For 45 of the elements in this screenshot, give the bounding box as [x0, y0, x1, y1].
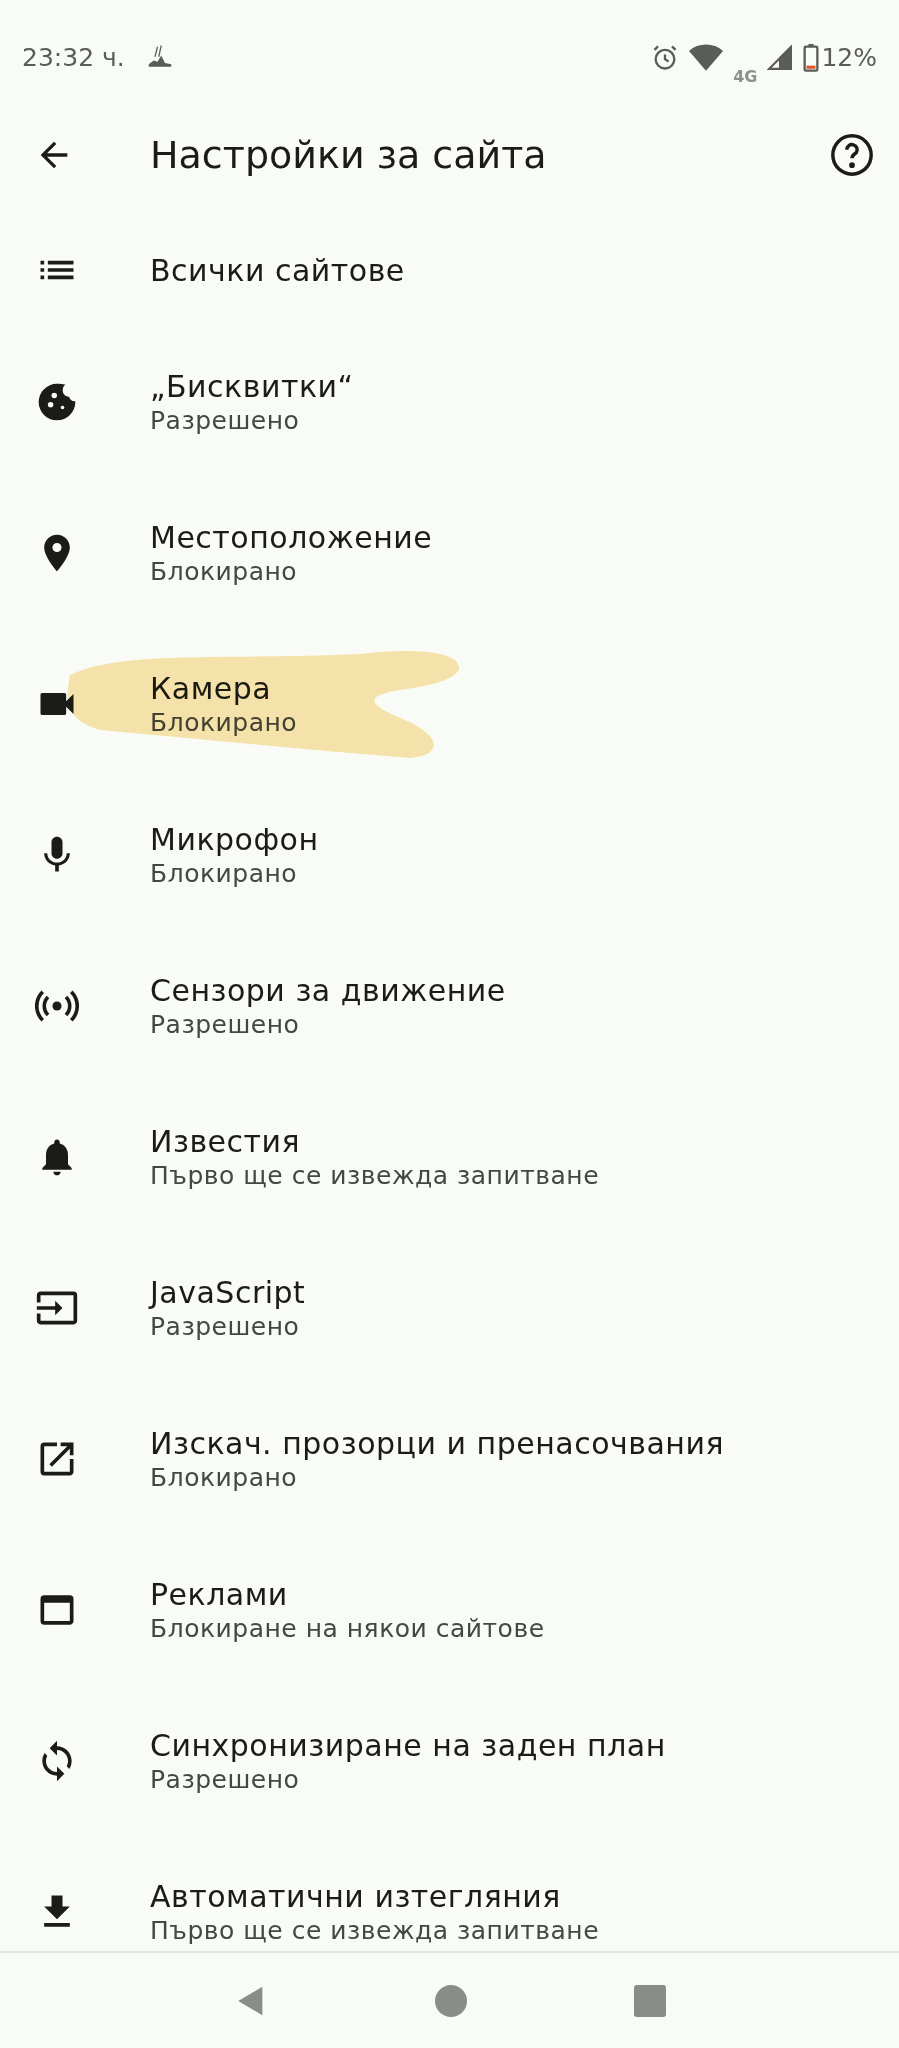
item-title: Синхронизиране на заден план	[150, 1727, 666, 1763]
settings-item[interactable]: Автоматични изтегляния Първо ще се извежда запитване	[0, 1836, 899, 1951]
network-type: 4G	[733, 67, 758, 86]
recents-icon[interactable]	[633, 1984, 666, 2017]
settings-item[interactable]: Реклами Блокиране на някои сайтове	[0, 1534, 899, 1685]
settings-item[interactable]: Синхронизиране на заден план Разрешено	[0, 1685, 899, 1836]
status-time: 23:32 ч.	[22, 43, 125, 72]
item-status: Разрешено	[150, 1764, 301, 1794]
item-title: Камера	[150, 670, 273, 706]
settings-item[interactable]: JavaScript Разрешено	[0, 1232, 899, 1383]
item-title: Микрофон	[150, 821, 319, 857]
settings-item[interactable]: Всички сайтове	[0, 214, 899, 326]
settings-item[interactable]: „Бисквитки“ Разрешено	[0, 326, 899, 477]
page-title: Настройки за сайта	[150, 133, 548, 177]
item-status: Блокирано	[150, 1462, 299, 1492]
battery-percent: 12%	[821, 43, 877, 72]
settings-item[interactable]: Микрофон Блокирано	[0, 779, 899, 930]
item-title: „Бисквитки“	[150, 368, 354, 404]
settings-item[interactable]: Местоположение Блокирано	[0, 477, 899, 628]
item-status: Разрешено	[150, 1311, 301, 1341]
item-title: Сензори за движение	[150, 972, 506, 1008]
item-status: Първо ще се извежда запитване	[150, 1915, 600, 1945]
wifi-icon	[689, 42, 724, 73]
item-status: Разрешено	[150, 1009, 301, 1039]
settings-item[interactable]: Изскач. прозорци и пренасочвания Блокирано	[0, 1383, 899, 1534]
item-status: Първо ще се извежда запитване	[150, 1160, 600, 1190]
item-title: Автоматични изтегляния	[150, 1878, 562, 1914]
help-icon[interactable]	[829, 132, 875, 178]
settings-item[interactable]: Известия Първо ще се извежда запитване	[0, 1081, 899, 1232]
signal-icon	[767, 44, 794, 71]
item-title: JavaScript	[150, 1274, 306, 1310]
item-status: Блокирано	[150, 556, 299, 586]
home-icon[interactable]	[434, 1984, 467, 2017]
item-title: Всички сайтове	[150, 252, 405, 288]
item-status: Блокирано	[150, 858, 299, 888]
battery-icon	[803, 43, 820, 72]
item-title: Изскач. прозорци и пренасочвания	[150, 1425, 724, 1461]
settings-item[interactable]: Сензори за движение Разрешено	[0, 930, 899, 1081]
item-title: Местоположение	[150, 519, 433, 555]
item-title: Реклами	[150, 1576, 289, 1612]
item-title: Известия	[150, 1123, 302, 1159]
item-status: Блокиране на някои сайтове	[150, 1613, 545, 1643]
item-status: Разрешено	[150, 405, 301, 435]
settings-item[interactable]: Камера Блокирано	[0, 628, 899, 779]
item-status: Блокирано	[150, 707, 298, 737]
